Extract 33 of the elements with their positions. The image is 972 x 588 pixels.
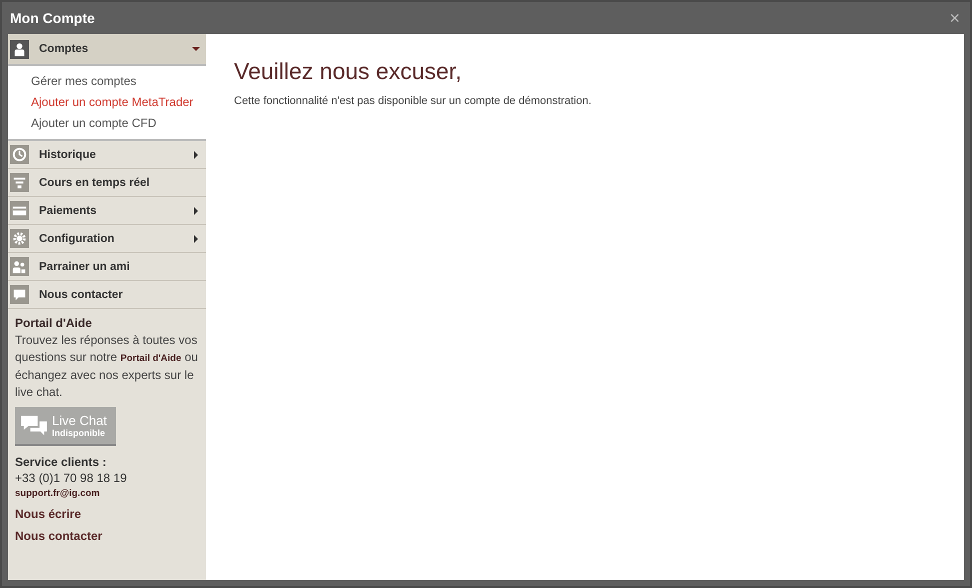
- help-portal-link[interactable]: Portail d'Aide: [120, 352, 182, 364]
- caret-right-icon: [192, 206, 200, 214]
- window-title: Mon Compte: [10, 10, 95, 26]
- nav-item[interactable]: Nous contacter: [8, 281, 206, 309]
- nav-item[interactable]: Paiements: [8, 197, 206, 225]
- speech-bubble-icon: [10, 285, 29, 304]
- history-icon: [10, 145, 29, 164]
- nav-item[interactable]: Comptes: [8, 34, 206, 66]
- nav-item[interactable]: Configuration: [8, 225, 206, 253]
- submenu-link[interactable]: Ajouter un compte CFD: [31, 113, 206, 134]
- chat-bubbles-icon: [20, 414, 48, 438]
- email-link[interactable]: support.fr@ig.com: [15, 488, 100, 499]
- submenu-link[interactable]: Ajouter un compte MetaTrader: [31, 92, 206, 113]
- nav-item[interactable]: Historique: [8, 141, 206, 169]
- contact-link[interactable]: Nous écrire: [15, 507, 82, 521]
- filter-icon: [10, 173, 29, 192]
- nav-item[interactable]: Parrainer un ami: [8, 253, 206, 281]
- phone-number: +33 (0)1 70 98 18 19: [15, 471, 127, 485]
- people-icon: [10, 257, 29, 276]
- help-text: Trouvez les réponses à toutes vos questions sur notre Portail d'Aide ou échangez avec nos experts sur le live chat.: [15, 332, 199, 400]
- gear-icon: [10, 229, 29, 248]
- error-message: Cette fonctionnalité n'est pas disponible sur un compte de démonstration.: [234, 95, 592, 107]
- error-heading: Veuillez nous excuser,: [234, 58, 463, 85]
- contact-link[interactable]: Nous contacter: [15, 529, 102, 543]
- submenu-link[interactable]: Gérer mes comptes: [31, 71, 206, 92]
- card-icon: [10, 201, 29, 220]
- caret-right-icon: [192, 150, 200, 158]
- service-title: Service clients :: [15, 455, 106, 469]
- person-icon: [10, 40, 29, 58]
- nav-item[interactable]: Cours en temps réel: [8, 169, 206, 197]
- caret-right-icon: [192, 234, 200, 242]
- caret-down-icon: [192, 45, 200, 53]
- help-title: Portail d'Aide: [15, 316, 92, 330]
